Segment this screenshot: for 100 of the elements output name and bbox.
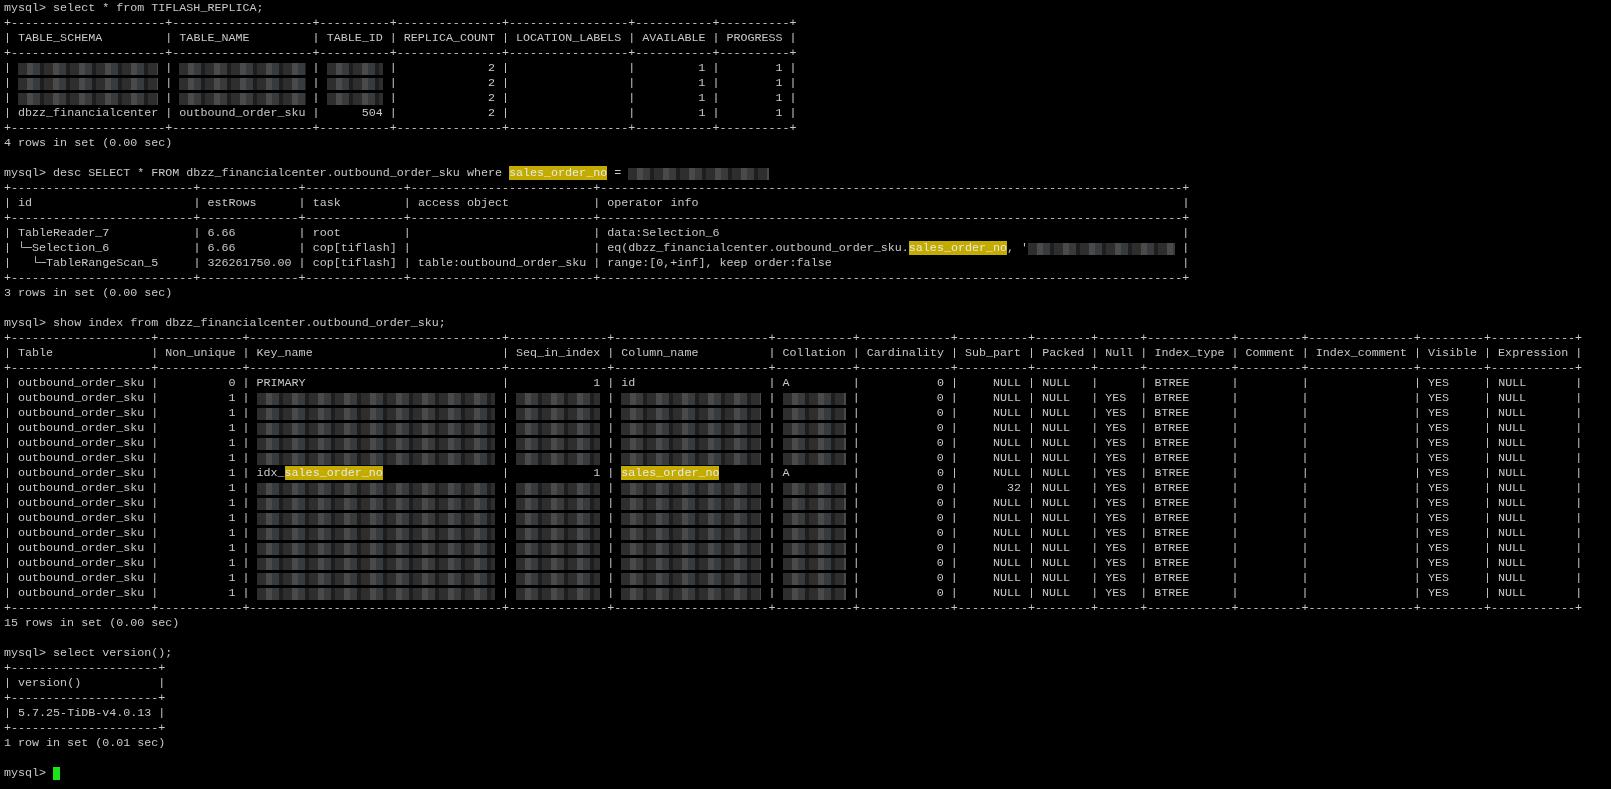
- table-row: | └─Selection_6 | 6.66 | cop[tiflash] | | eq(dbzz_financialcenter.outbound_order_sku.sales_order_no, ': [4, 241, 1029, 256]
- table-row-text: | outbound_order_sku | 1 |: [4, 436, 251, 451]
- table-row-text: |: [500, 391, 510, 406]
- table-row-text: | outbound_order_sku | 1 |: [4, 451, 251, 466]
- command-line: mysql>: [4, 766, 48, 781]
- table-border: +----------------------+--------------------+----------+---------------+-----------------+-----------+----------+: [4, 16, 797, 31]
- table-border: +--------------------+------------+------------------------------------+--------------+----------------------+-----------+-------------+----------+--------+------+------------+---------+---------------+---------+------------+: [4, 331, 1583, 346]
- table-row: | TableReader_7 | 6.66 | root | | data:Selection_6 |: [4, 226, 1190, 241]
- table-row-text: |: [500, 496, 510, 511]
- table-row-text: | 0 | NULL | NULL | YES | BTREE | | | YES | NULL |: [851, 571, 1583, 586]
- table-row-text: |: [767, 541, 777, 556]
- command-line: mysql> desc SELECT * FROM dbzz_financialcenter.outbound_order_sku where sales_order_no =: [4, 166, 623, 181]
- table-row-text: |: [164, 61, 174, 76]
- table-row-text: |: [606, 586, 616, 601]
- table-row-text: |: [606, 436, 616, 451]
- table-row-text: |: [500, 406, 510, 421]
- table-row-text: |: [606, 571, 616, 586]
- table-row-text: |: [767, 496, 777, 511]
- table-row-text: |: [500, 421, 510, 436]
- table-row-text: |: [4, 61, 12, 76]
- table-row-text: |: [606, 406, 616, 421]
- table-row-text: |: [500, 526, 510, 541]
- redacted-blur: [782, 542, 846, 555]
- table-row-text: |: [767, 436, 777, 451]
- redacted-blur: [782, 572, 846, 585]
- table-row-text: | 0 | NULL | NULL | YES | BTREE | | | YES | NULL |: [851, 406, 1583, 421]
- redacted-blur: [782, 407, 846, 420]
- redacted-blur: [326, 62, 383, 75]
- result-summary: 1 row in set (0.01 sec): [4, 736, 166, 751]
- table-row-text: |: [164, 91, 174, 106]
- table-row-text: | 0 | NULL | NULL | YES | BTREE | | | YES | NULL |: [851, 391, 1583, 406]
- table-border: +----------------------+--------------------+----------+---------------+-----------------+-----------+----------+: [4, 121, 797, 136]
- redacted-blur: [326, 92, 383, 105]
- table-row-text: |: [500, 541, 510, 556]
- redacted-blur: [782, 527, 846, 540]
- table-row-text: |: [4, 91, 12, 106]
- table-row-text: |: [767, 556, 777, 571]
- table-row-text: | 0 | NULL | NULL | YES | BTREE | | | YES | NULL |: [851, 526, 1583, 541]
- table-row-text: | 2 | | 1 | 1 |: [388, 61, 797, 76]
- table-row-text: | 0 | NULL | NULL | YES | BTREE | | | YES | NULL |: [851, 541, 1583, 556]
- table-row: | dbzz_financialcenter | outbound_order_sku | 504 | 2 | | 1 | 1 |: [4, 106, 797, 121]
- table-header: | TABLE_SCHEMA | TABLE_NAME | TABLE_ID | REPLICA_COUNT | LOCATION_LABELS | AVAILABLE | PROGRESS |: [4, 31, 797, 46]
- table-row-text: |: [767, 421, 777, 436]
- table-row-text: |: [767, 571, 777, 586]
- table-row-text: | 0 | NULL | NULL | YES | BTREE | | | YES | NULL |: [851, 586, 1583, 601]
- table-border: +---------------------+: [4, 721, 166, 736]
- redacted-blur: [782, 497, 846, 510]
- table-row-text: | 0 | NULL | NULL | YES | BTREE | | | YES | NULL |: [851, 421, 1583, 436]
- table-row-text: | outbound_order_sku | 1 |: [4, 526, 251, 541]
- table-row-text: |: [606, 421, 616, 436]
- table-border: +--------------------------+--------------+--------------+--------------------------+-----------------------------------------------------------------------------------+: [4, 271, 1190, 286]
- table-row-text: |: [311, 76, 321, 91]
- table-row-text: |: [767, 586, 777, 601]
- table-row: | outbound_order_sku | 0 | PRIMARY | 1 | id | A | 0 | NULL | NULL | | BTREE | | | YES | NULL |: [4, 376, 1583, 391]
- redacted-blur: [326, 77, 383, 90]
- table-row-text: |: [606, 451, 616, 466]
- redacted-blur: [782, 512, 846, 525]
- table-border: +--------------------------+--------------+--------------+--------------------------+-----------------------------------------------------------------------------------+: [4, 211, 1190, 226]
- table-row-text: |: [311, 91, 321, 106]
- table-row-text: | outbound_order_sku | 1 |: [4, 421, 251, 436]
- redacted-blur: [782, 422, 846, 435]
- table-row-text: | 0 | NULL | NULL | YES | BTREE | | | YES | NULL |: [851, 556, 1583, 571]
- table-row-text: |: [500, 481, 510, 496]
- table-row-text: |: [606, 556, 616, 571]
- redacted-blur: [782, 452, 846, 465]
- table-row-text: |: [606, 391, 616, 406]
- result-summary: 4 rows in set (0.00 sec): [4, 136, 173, 151]
- table-header: | version() |: [4, 676, 166, 691]
- table-row-text: | 0 | NULL | NULL | YES | BTREE | | | YES | NULL |: [851, 451, 1583, 466]
- table-header: | id | estRows | task | access object | operator info |: [4, 196, 1190, 211]
- table-border: +--------------------+------------+------------------------------------+--------------+----------------------+-----------+-------------+----------+--------+------+------------+---------+---------------+---------+------------+: [4, 361, 1583, 376]
- table-row-text: |: [311, 61, 321, 76]
- table-row-text: |: [606, 481, 616, 496]
- table-row-text: | outbound_order_sku | 1 |: [4, 541, 251, 556]
- table-row-text: | outbound_order_sku | 1 |: [4, 586, 251, 601]
- table-row-text: | outbound_order_sku | 1 |: [4, 496, 251, 511]
- table-border: +---------------------+: [4, 691, 166, 706]
- table-row-text: |: [767, 511, 777, 526]
- table-row: | └─TableRangeScan_5 | 326261750.00 | cop[tiflash] | table:outbound_order_sku | range:[0,+inf], keep order:false |: [4, 256, 1190, 271]
- table-row-text: |: [606, 526, 616, 541]
- table-row-text: | 0 | 32 | NULL | YES | BTREE | | | YES | NULL |: [851, 481, 1583, 496]
- table-row-text: | 0 | NULL | NULL | YES | BTREE | | | YES | NULL |: [851, 496, 1583, 511]
- table-row-text: |: [1181, 241, 1190, 256]
- table-row-text: | outbound_order_sku | 1 |: [4, 481, 251, 496]
- command-line: mysql> select * from TIFLASH_REPLICA;: [4, 1, 264, 16]
- table-row-text: |: [767, 406, 777, 421]
- command-line: mysql> show index from dbzz_financialcenter.outbound_order_sku;: [4, 316, 446, 331]
- table-row-text: |: [500, 511, 510, 526]
- table-border: +----------------------+--------------------+----------+---------------+-----------------+-----------+----------+: [4, 46, 797, 61]
- table-row-text: |: [4, 76, 12, 91]
- table-row-text: |: [767, 481, 777, 496]
- table-row-text: | outbound_order_sku | 1 |: [4, 391, 251, 406]
- table-row-text: |: [500, 436, 510, 451]
- table-row-text: |: [606, 511, 616, 526]
- table-row-text: |: [767, 526, 777, 541]
- table-row-text: |: [606, 496, 616, 511]
- command-line: mysql> select version();: [4, 646, 173, 661]
- result-summary: 15 rows in set (0.00 sec): [4, 616, 180, 631]
- table-row-text: |: [767, 391, 777, 406]
- table-border: +--------------------+------------+------------------------------------+--------------+----------------------+-----------+-------------+----------+--------+------+------------+---------+---------------+---------+------------+: [4, 601, 1583, 616]
